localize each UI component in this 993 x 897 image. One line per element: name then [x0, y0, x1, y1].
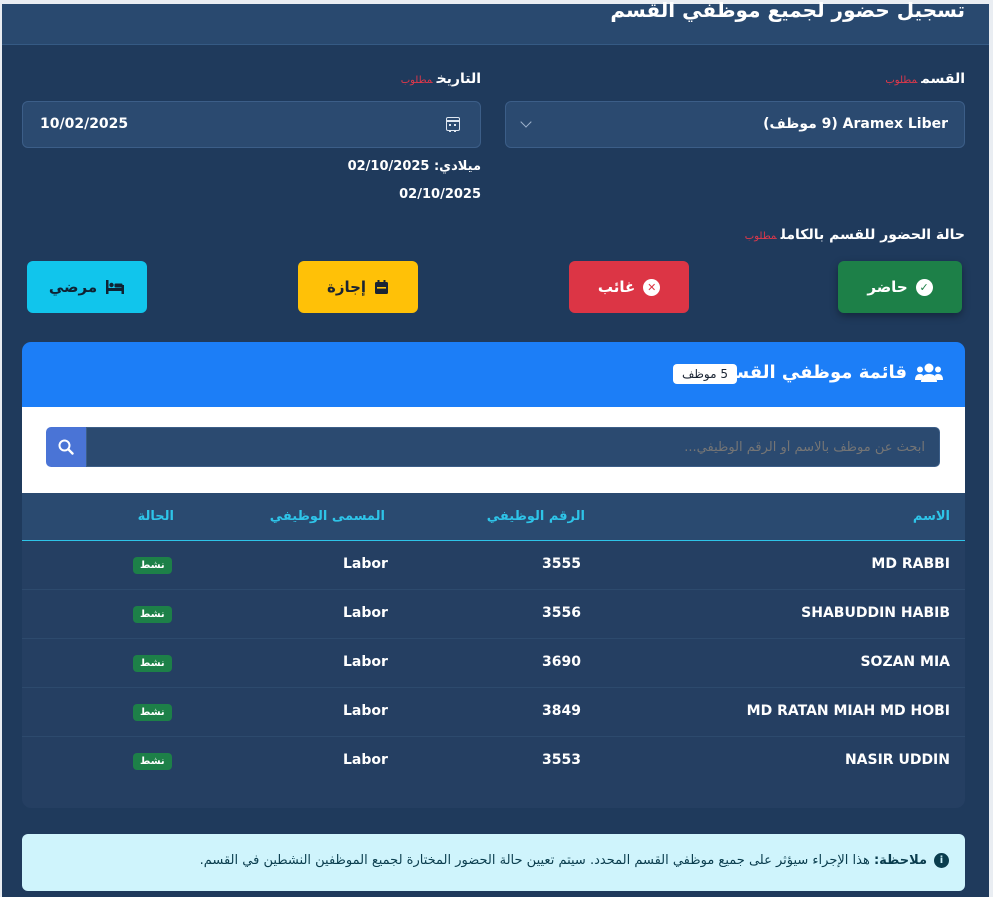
users-icon: [915, 363, 943, 382]
employee-name: MD RABBI: [871, 556, 950, 572]
employee-number: 3556: [542, 605, 581, 621]
date-input-value: 10/02/2025: [40, 116, 129, 132]
date-label-text: التاريخ: [436, 71, 481, 87]
search-bar: [22, 407, 965, 493]
employees-panel: قائمة موظفي القسم 5 موظف الاسم الرقم الو…: [22, 342, 965, 808]
calendar-icon[interactable]: [446, 117, 460, 132]
calendar-icon: [375, 280, 389, 294]
date-secondary-text: 02/10/2025: [399, 187, 481, 202]
required-mark: مطلوب: [744, 231, 777, 242]
department-select[interactable]: Aramex Liber (9 موظف): [505, 101, 965, 148]
employee-name: SHABUDDIN HABIB: [801, 605, 950, 621]
present-button[interactable]: ✓ حاضر: [838, 261, 962, 313]
employee-name: MD RATAN MIAH MD HOBI: [746, 703, 950, 719]
table-header: الاسم الرقم الوظيفي المسمى الوظيفي الحال…: [22, 493, 965, 541]
employee-name: SOZAN MIA: [860, 654, 950, 670]
search-icon: [58, 439, 74, 455]
x-circle-icon: ✕: [643, 278, 661, 296]
page-header: تسجيل حضور لجميع موظفي القسم: [2, 0, 989, 45]
employee-number: 3849: [542, 703, 581, 719]
required-mark: مطلوب: [885, 75, 918, 86]
required-mark: مطلوب: [400, 75, 433, 86]
table-row[interactable]: SHABUDDIN HABIB 3556 Labor نشط: [22, 590, 965, 639]
employee-number: 3555: [542, 556, 581, 572]
bed-icon: [106, 280, 125, 294]
table-row[interactable]: NASIR UDDIN 3553 Labor نشط: [22, 737, 965, 786]
status-badge: نشط: [133, 557, 172, 574]
info-circle-icon: i: [934, 853, 949, 868]
note-label: ملاحظة:: [873, 853, 927, 868]
employees-panel-title: قائمة موظفي القسم: [717, 362, 907, 383]
table-row[interactable]: MD RATAN MIAH MD HOBI 3849 Labor نشط: [22, 688, 965, 737]
column-header-employee-number[interactable]: الرقم الوظيفي: [487, 509, 585, 524]
column-header-job-title[interactable]: المسمى الوظيفي: [270, 509, 385, 524]
employee-job-title: Labor: [343, 752, 388, 768]
absent-button-label: غائب: [597, 278, 636, 296]
status-badge: نشط: [133, 655, 172, 672]
status-badge: نشط: [133, 753, 172, 770]
status-badge: نشط: [133, 606, 172, 623]
check-circle-icon: ✓: [915, 278, 933, 296]
table-row[interactable]: SOZAN MIA 3690 Labor نشط: [22, 639, 965, 688]
department-label: القسممطلوب: [885, 71, 965, 87]
leave-button[interactable]: إجازة: [298, 261, 418, 313]
note-text: ملاحظة: هذا الإجراء سيؤثر على جميع موظفي…: [200, 853, 927, 868]
leave-button-label: إجازة: [326, 278, 367, 296]
employee-count-badge: 5 موظف: [672, 364, 737, 384]
column-header-status[interactable]: الحالة: [138, 509, 174, 524]
employee-job-title: Labor: [343, 654, 388, 670]
status-badge: نشط: [133, 704, 172, 721]
note-body: هذا الإجراء سيؤثر على جميع موظفي القسم ا…: [199, 853, 874, 868]
page-title: تسجيل حضور لجميع موظفي القسم: [610, 0, 965, 22]
department-select-value: Aramex Liber (9 موظف): [763, 116, 948, 132]
window-frame-right: [989, 0, 993, 897]
note-alert: i ملاحظة: هذا الإجراء سيؤثر على جميع موظ…: [22, 834, 965, 891]
status-section-label-text: حالة الحضور للقسم بالكامل: [780, 227, 965, 243]
search-input[interactable]: [86, 427, 940, 467]
window-frame-left: [0, 0, 2, 897]
department-label-text: القسم: [921, 71, 965, 87]
status-section-label: حالة الحضور للقسم بالكاملمطلوب: [745, 227, 965, 243]
present-button-label: حاضر: [867, 278, 908, 296]
employees-panel-header: قائمة موظفي القسم 5 موظف: [22, 342, 965, 407]
column-header-name[interactable]: الاسم: [913, 509, 950, 524]
employee-job-title: Labor: [343, 703, 388, 719]
absent-button[interactable]: ✕ غائب: [569, 261, 689, 313]
chevron-down-icon: [520, 116, 532, 128]
sick-button[interactable]: مرضي: [27, 261, 147, 313]
employee-job-title: Labor: [343, 556, 388, 572]
date-label: التاريخمطلوب: [401, 71, 481, 87]
gregorian-date-text: ميلادي: 02/10/2025: [347, 159, 481, 174]
employee-job-title: Labor: [343, 605, 388, 621]
employee-name: NASIR UDDIN: [844, 752, 950, 768]
employee-number: 3690: [542, 654, 581, 670]
employee-number: 3553: [542, 752, 581, 768]
date-input[interactable]: 10/02/2025: [22, 101, 481, 148]
table-row[interactable]: MD RABBI 3555 Labor نشط: [22, 541, 965, 590]
sick-button-label: مرضي: [48, 278, 98, 296]
search-button[interactable]: [46, 427, 86, 467]
